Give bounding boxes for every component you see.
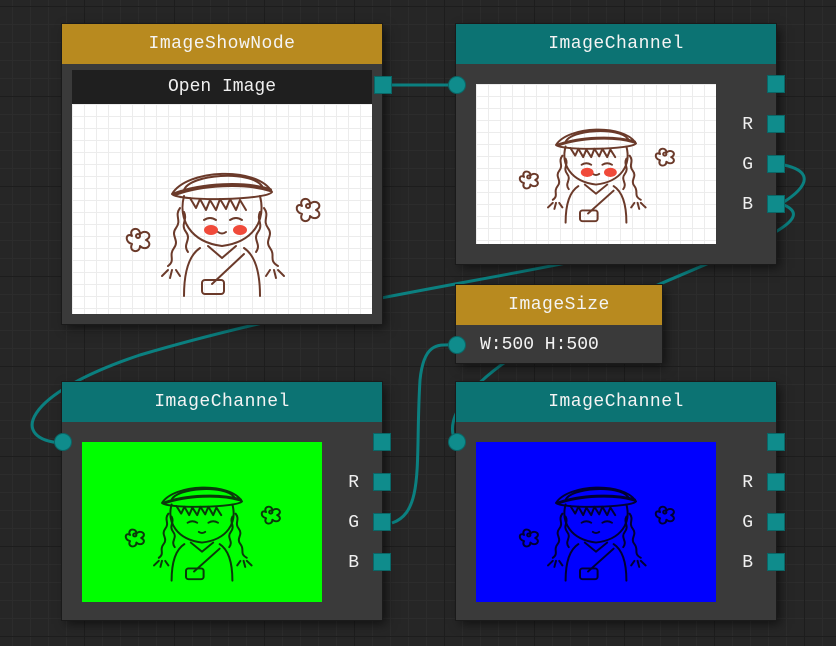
node-title: ImageChannel xyxy=(62,382,382,422)
node-title: ImageSize xyxy=(456,285,662,325)
input-port-image[interactable] xyxy=(448,433,466,451)
port-label-r: R xyxy=(742,473,753,493)
output-port-image[interactable] xyxy=(767,75,785,93)
image-channel-node-top[interactable]: ImageChannel R G B xyxy=(448,24,785,264)
wire-g-to-image-size xyxy=(391,343,458,525)
input-port-image[interactable] xyxy=(448,336,466,354)
image-channel-node-blue[interactable]: ImageChannel R G B xyxy=(448,382,785,620)
input-port-image[interactable] xyxy=(54,433,72,451)
output-port-g[interactable] xyxy=(373,513,391,531)
port-label-r: R xyxy=(348,473,359,493)
image-preview xyxy=(72,104,372,314)
open-image-button[interactable]: Open Image xyxy=(72,70,372,104)
output-port-b[interactable] xyxy=(767,553,785,571)
output-port-g[interactable] xyxy=(767,155,785,173)
image-size-node[interactable]: ImageSize W:500 H:500 xyxy=(448,285,662,363)
node-title: ImageChannel xyxy=(456,382,776,422)
image-preview xyxy=(476,84,716,244)
output-port-image[interactable] xyxy=(373,433,391,451)
port-label-r: R xyxy=(742,115,753,135)
port-label-b: B xyxy=(742,195,753,215)
port-label-b: B xyxy=(348,553,359,573)
node-title: ImageShowNode xyxy=(62,24,382,64)
output-port-image[interactable] xyxy=(767,433,785,451)
size-readout: W:500 H:500 xyxy=(480,335,599,355)
port-label-g: G xyxy=(348,513,359,533)
node-title: ImageChannel xyxy=(456,24,776,64)
output-port-g[interactable] xyxy=(767,513,785,531)
blue-channel-preview xyxy=(476,442,716,602)
output-port-r[interactable] xyxy=(767,115,785,133)
output-port-r[interactable] xyxy=(767,473,785,491)
port-label-b: B xyxy=(742,553,753,573)
input-port-image[interactable] xyxy=(448,76,466,94)
output-port-b[interactable] xyxy=(373,553,391,571)
port-label-g: G xyxy=(742,155,753,175)
port-label-g: G xyxy=(742,513,753,533)
output-port-image[interactable] xyxy=(374,76,392,94)
output-port-r[interactable] xyxy=(373,473,391,491)
image-channel-node-green[interactable]: ImageChannel R G B xyxy=(54,382,391,620)
image-show-node[interactable]: ImageShowNode Open Image xyxy=(62,24,392,324)
output-port-b[interactable] xyxy=(767,195,785,213)
green-channel-preview xyxy=(82,442,322,602)
